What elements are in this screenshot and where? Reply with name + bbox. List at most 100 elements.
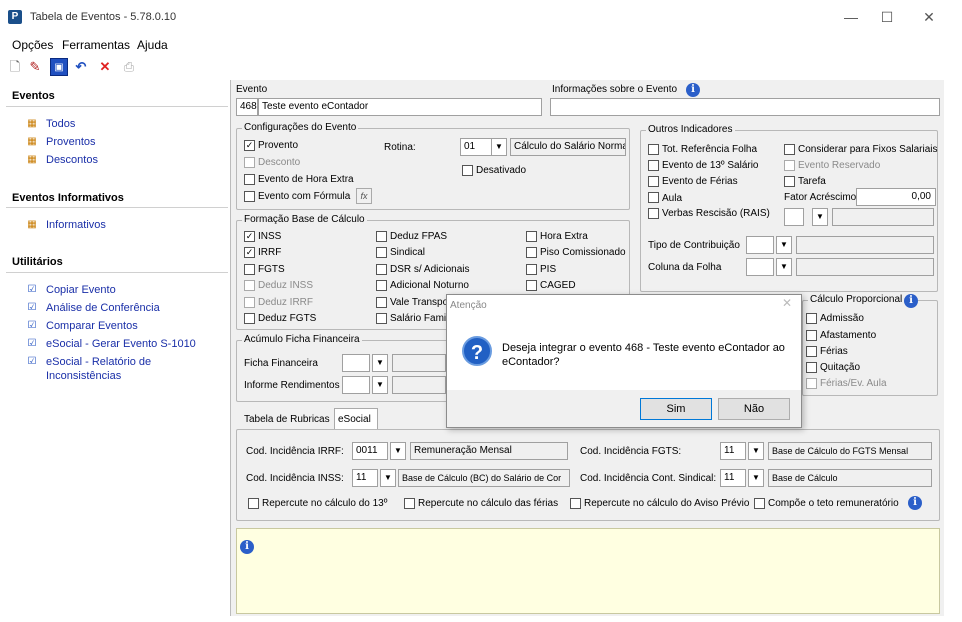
tab-tabela-rubricas[interactable]: Tabela de Rubricas [244, 414, 330, 425]
quitacao-checkbox[interactable] [806, 362, 817, 373]
tab-esocial[interactable]: eSocial [334, 408, 378, 430]
sidebar-item-comparar[interactable]: Comparar Eventos [46, 320, 138, 332]
deduz-fpas-checkbox[interactable] [376, 231, 387, 242]
verbas-select[interactable] [784, 208, 804, 226]
adicional-noturno-checkbox[interactable] [376, 280, 387, 291]
irrf-checkbox[interactable]: ✓ [244, 247, 255, 258]
chevron-down-icon[interactable]: ▼ [372, 354, 388, 372]
deduz-inss-checkbox[interactable] [244, 280, 255, 291]
sidebar-item-proventos[interactable]: Proventos [46, 136, 96, 148]
sindical-checkbox[interactable] [376, 247, 387, 258]
menu-opcoes[interactable]: Opções [12, 38, 53, 52]
chevron-down-icon[interactable]: ▼ [491, 138, 507, 156]
repercute-13-checkbox[interactable] [248, 498, 259, 509]
chevron-down-icon[interactable]: ▼ [390, 442, 406, 460]
tarefa-checkbox[interactable] [784, 176, 795, 187]
compoe-teto-label: Compõe o teto remuneratório [768, 498, 899, 509]
sindical-incidencia-select[interactable]: 11 [720, 469, 746, 487]
chevron-down-icon[interactable]: ▼ [812, 208, 828, 226]
irrf-incidencia-select[interactable]: 0011 [352, 442, 388, 460]
deduz-fpas-label: Deduz FPAS [390, 231, 448, 242]
dsr-checkbox[interactable] [376, 264, 387, 275]
config-title: Configurações do Evento [242, 122, 359, 133]
fgts-checkbox[interactable] [244, 264, 255, 275]
inss-checkbox[interactable]: ✓ [244, 231, 255, 242]
formula-checkbox[interactable] [244, 191, 255, 202]
caged-checkbox[interactable] [526, 280, 537, 291]
minimize-button[interactable]: — [836, 6, 866, 28]
piso-checkbox[interactable] [526, 247, 537, 258]
coluna-folha-select[interactable] [746, 258, 774, 276]
chevron-down-icon[interactable]: ▼ [776, 236, 792, 254]
save-icon[interactable]: ▣ [50, 58, 68, 76]
menu-ajuda[interactable]: Ajuda [137, 38, 168, 52]
close-window-button[interactable]: ✕ [914, 6, 944, 28]
delete-x-icon[interactable]: ✕ [96, 58, 114, 76]
pis-checkbox[interactable] [526, 264, 537, 275]
sidebar-item-todos[interactable]: Todos [46, 118, 75, 130]
hora-extra-checkbox[interactable] [244, 174, 255, 185]
info-icon[interactable]: i [908, 496, 922, 510]
evento-13-checkbox[interactable] [648, 160, 659, 171]
fgts-incidencia-select[interactable]: 11 [720, 442, 746, 460]
afastamento-checkbox[interactable] [806, 330, 817, 341]
chevron-down-icon[interactable]: ▼ [748, 442, 764, 460]
chevron-down-icon[interactable]: ▼ [380, 469, 396, 487]
ferias-prop-checkbox[interactable] [806, 346, 817, 357]
event-folder-icon: ▦ [27, 219, 37, 230]
aula-checkbox[interactable] [648, 192, 659, 203]
maximize-button[interactable]: ☐ [872, 6, 902, 28]
print-icon[interactable]: ⎙ [120, 58, 138, 76]
desconto-checkbox[interactable] [244, 157, 255, 168]
fx-button[interactable]: fx [356, 188, 372, 204]
sidebar-item-informativos[interactable]: Informativos [46, 219, 106, 231]
ferias-aula-checkbox[interactable] [806, 378, 817, 389]
repercute-aviso-checkbox[interactable] [570, 498, 581, 509]
chevron-down-icon[interactable]: ▼ [372, 376, 388, 394]
info-evento-input[interactable] [550, 98, 940, 116]
fixos-checkbox[interactable] [784, 144, 795, 155]
sidebar-item-descontos[interactable]: Descontos [46, 154, 98, 166]
info-icon[interactable]: i [686, 83, 700, 97]
vale-transporte-checkbox[interactable] [376, 297, 387, 308]
edit-pencil-icon[interactable]: ✎ [26, 58, 44, 76]
admissao-checkbox[interactable] [806, 313, 817, 324]
evento-code-input[interactable]: 468 [236, 98, 258, 116]
evento-ferias-checkbox[interactable] [648, 176, 659, 187]
informe-desc [392, 376, 446, 394]
salario-familia-checkbox[interactable] [376, 313, 387, 324]
chevron-down-icon[interactable]: ▼ [776, 258, 792, 276]
reservado-checkbox[interactable] [784, 160, 795, 171]
sidebar-item-relatorio[interactable]: eSocial - Relatório de [46, 356, 151, 368]
tot-ref-checkbox[interactable] [648, 144, 659, 155]
fator-input[interactable]: 0,00 [856, 188, 936, 206]
tipo-contrib-select[interactable] [746, 236, 774, 254]
compoe-teto-checkbox[interactable] [754, 498, 765, 509]
informe-select[interactable] [342, 376, 370, 394]
yes-button[interactable]: Sim [640, 398, 712, 420]
evento-name-input[interactable]: Teste evento eContador [258, 98, 542, 116]
sidebar-item-copiar[interactable]: Copiar Evento [46, 284, 116, 296]
deduz-fgts-checkbox[interactable] [244, 313, 255, 324]
ficha-select[interactable] [342, 354, 370, 372]
sidebar-item-relatorio-cont[interactable]: Inconsistências [46, 370, 121, 382]
dialog-close-icon[interactable]: ✕ [782, 296, 792, 310]
info-icon[interactable]: i [904, 294, 918, 308]
sidebar-item-gerar-s1010[interactable]: eSocial - Gerar Evento S-1010 [46, 338, 196, 350]
undo-icon[interactable]: ↶ [72, 58, 90, 76]
new-document-icon[interactable]: 🗋 [6, 58, 24, 76]
hora-extra-base-checkbox[interactable] [526, 231, 537, 242]
desativado-checkbox[interactable] [462, 165, 473, 176]
dialog-message: Deseja integrar o evento 468 - Teste eve… [502, 342, 785, 354]
menu-ferramentas[interactable]: Ferramentas [62, 38, 130, 52]
rotina-code-select[interactable]: 01 [460, 138, 492, 156]
repercute-ferias-checkbox[interactable] [404, 498, 415, 509]
provento-checkbox[interactable]: ✓ [244, 140, 255, 151]
quitacao-label: Quitação [820, 362, 861, 373]
verbas-checkbox[interactable] [648, 208, 659, 219]
chevron-down-icon[interactable]: ▼ [748, 469, 764, 487]
deduz-irrf-checkbox[interactable] [244, 297, 255, 308]
inss-incidencia-select[interactable]: 11 [352, 469, 378, 487]
sidebar-item-analise[interactable]: Análise de Conferência [46, 302, 160, 314]
no-button[interactable]: Não [718, 398, 790, 420]
